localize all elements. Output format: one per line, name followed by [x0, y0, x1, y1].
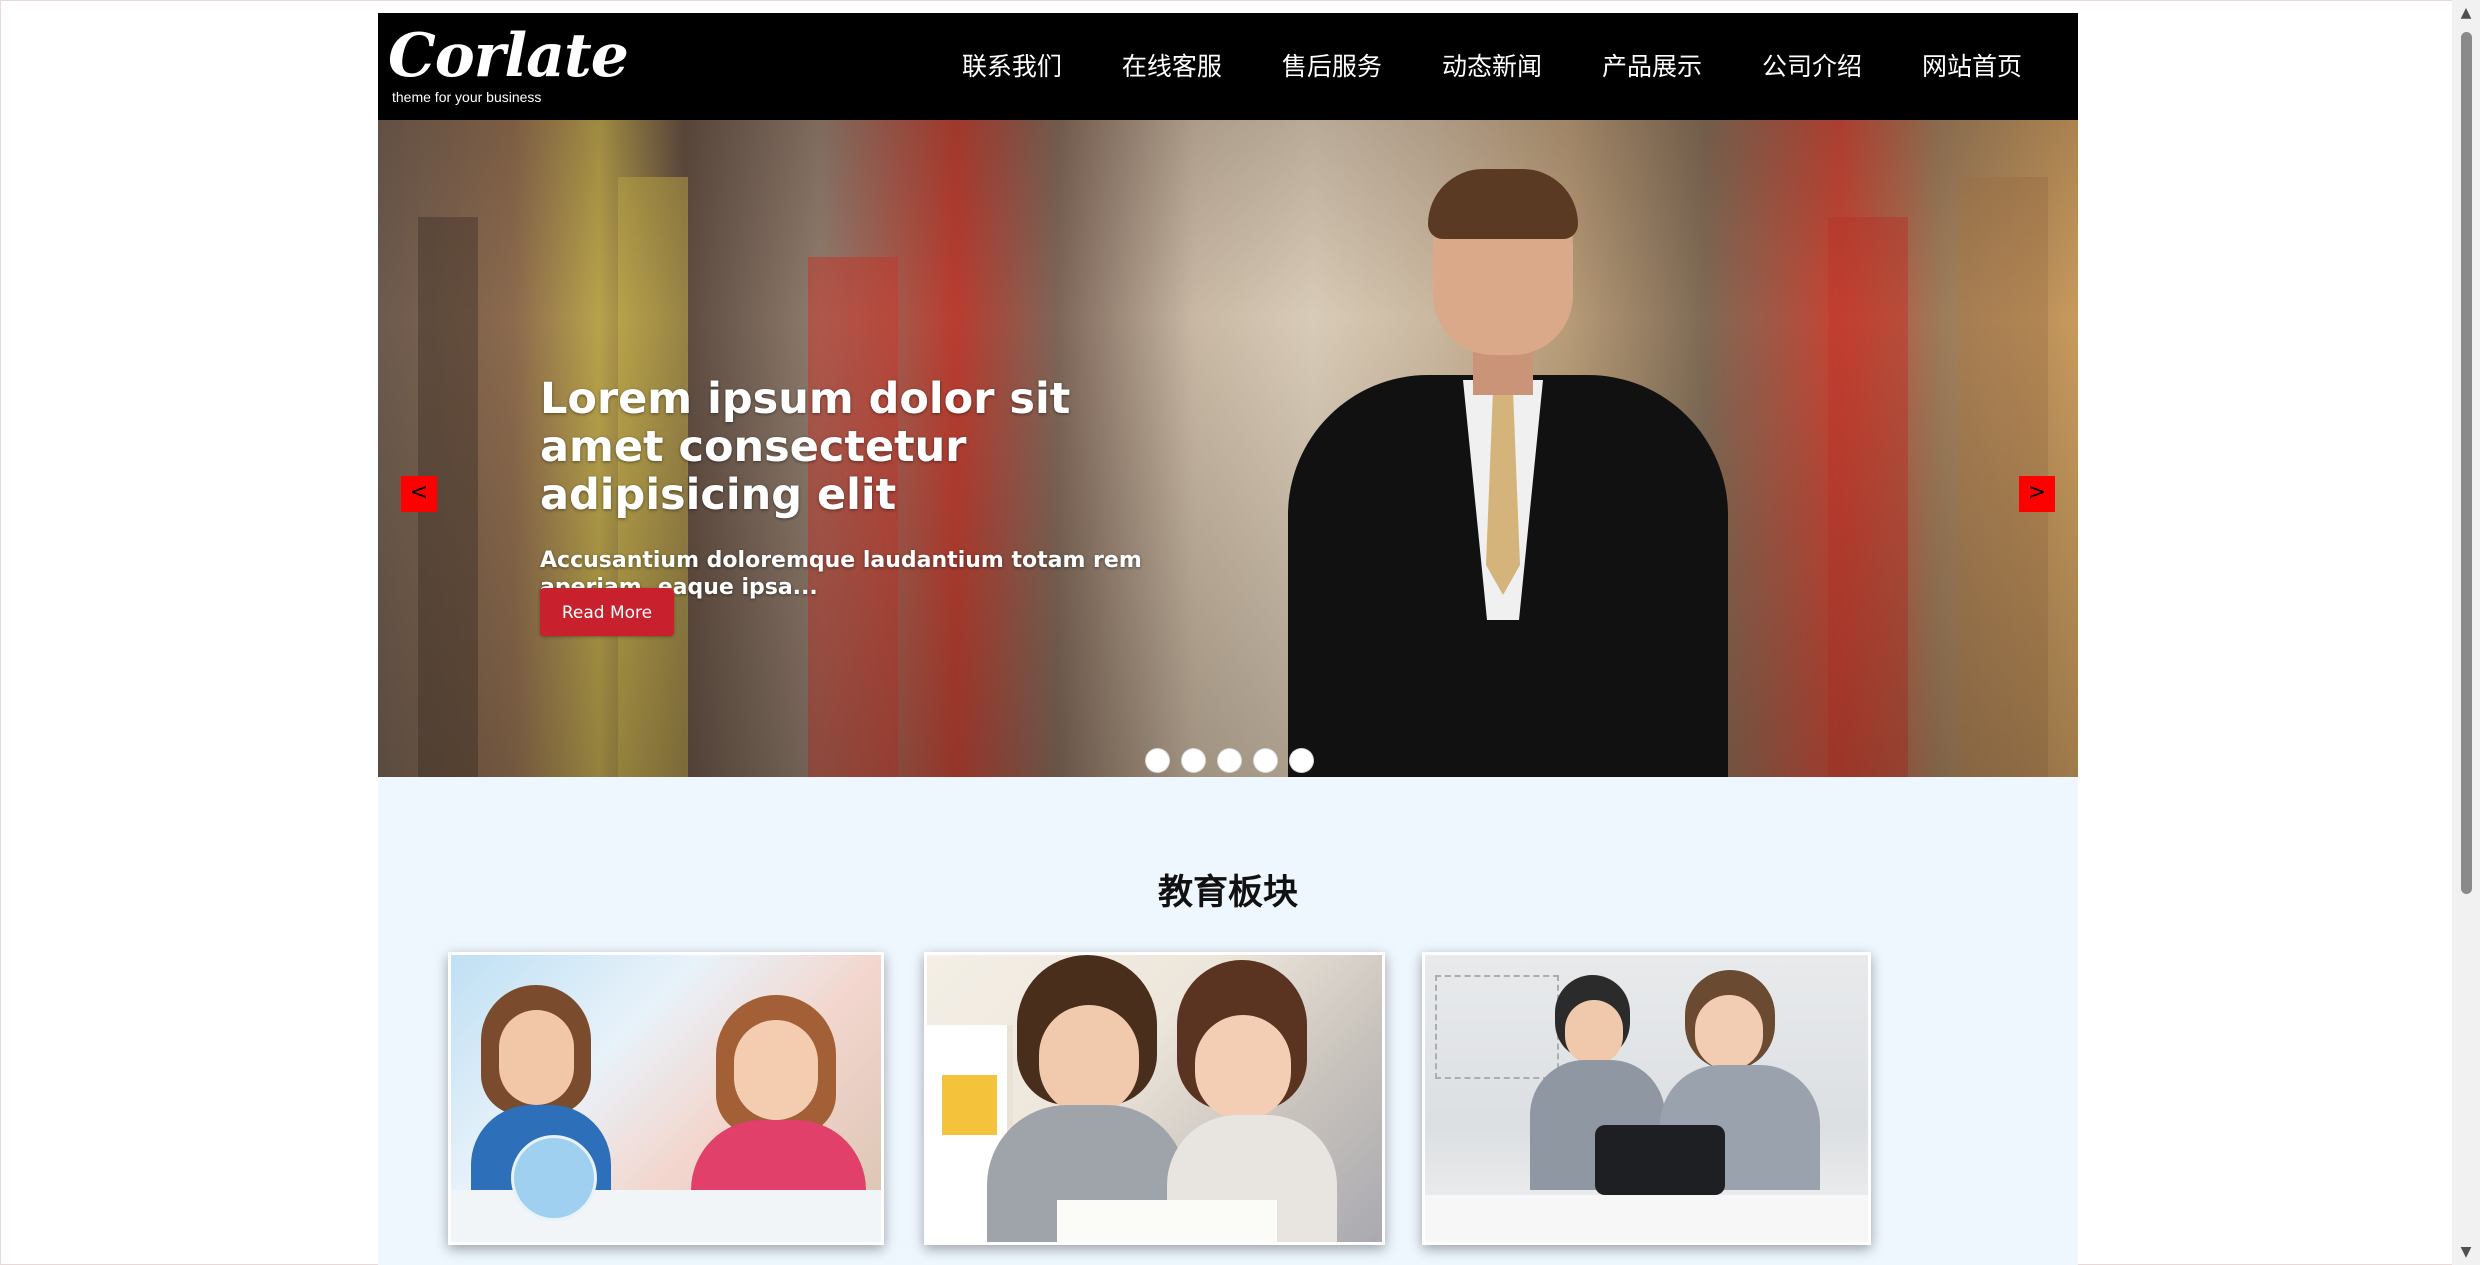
main-nav: 联系我们 在线客服 售后服务 动态新闻 产品展示 公司介绍 网站首页: [932, 13, 2022, 120]
logo-tagline: theme for your business: [392, 89, 542, 105]
vertical-scrollbar[interactable]: ▲ ▼: [2452, 0, 2480, 1265]
site-header: Corlate theme for your business 联系我们 在线客…: [378, 13, 2078, 120]
hero-slider: Lorem ipsum dolor sit amet consectetur a…: [378, 120, 2078, 777]
logo[interactable]: Corlate theme for your business: [388, 19, 629, 109]
nav-item-home[interactable]: 网站首页: [1892, 13, 2022, 120]
nav-item-about[interactable]: 公司介绍: [1732, 13, 1892, 120]
chevron-left-icon: <: [409, 480, 429, 505]
globe-icon: [511, 1135, 597, 1221]
hero-caption: Lorem ipsum dolor sit amet consectetur a…: [540, 375, 1160, 601]
education-card-robotics[interactable]: [1422, 952, 1871, 1245]
robot-icon: [1595, 1125, 1725, 1195]
page: Corlate theme for your business 联系我们 在线客…: [378, 13, 2078, 1265]
slider-pagination: [1145, 748, 1314, 773]
nav-item-products[interactable]: 产品展示: [1572, 13, 1732, 120]
education-card-classroom[interactable]: [448, 952, 884, 1245]
slider-next-button[interactable]: >: [2019, 476, 2055, 512]
slider-prev-button[interactable]: <: [401, 476, 437, 512]
scrollbar-thumb[interactable]: [2461, 32, 2472, 894]
nav-item-news[interactable]: 动态新闻: [1412, 13, 1572, 120]
read-more-button[interactable]: Read More: [540, 588, 674, 636]
triangle-up-icon: ▲: [2460, 5, 2472, 21]
hero-businessman-image: [1248, 169, 1768, 777]
scroll-down-button[interactable]: ▼: [2452, 1239, 2480, 1265]
slider-dot-5[interactable]: [1289, 748, 1314, 773]
logo-wordmark: Corlate: [388, 21, 629, 91]
hero-title: Lorem ipsum dolor sit amet consectetur a…: [540, 374, 1071, 520]
nav-item-after-sales[interactable]: 售后服务: [1252, 13, 1412, 120]
slider-dot-4[interactable]: [1253, 748, 1278, 773]
chevron-right-icon: >: [2027, 480, 2047, 505]
triangle-down-icon: ▼: [2460, 1244, 2472, 1260]
slider-dot-3[interactable]: [1217, 748, 1242, 773]
scroll-up-button[interactable]: ▲: [2452, 0, 2480, 26]
book-icon: [1057, 1200, 1277, 1242]
nav-item-contact[interactable]: 联系我们: [932, 13, 1092, 120]
education-card-reading[interactable]: [924, 952, 1385, 1245]
education-section-title: 教育板块: [1157, 873, 1298, 913]
slider-dot-2[interactable]: [1181, 748, 1206, 773]
nav-item-online-support[interactable]: 在线客服: [1092, 13, 1252, 120]
education-section: 教育板块: [378, 777, 2078, 1265]
slider-dot-1[interactable]: [1145, 748, 1170, 773]
